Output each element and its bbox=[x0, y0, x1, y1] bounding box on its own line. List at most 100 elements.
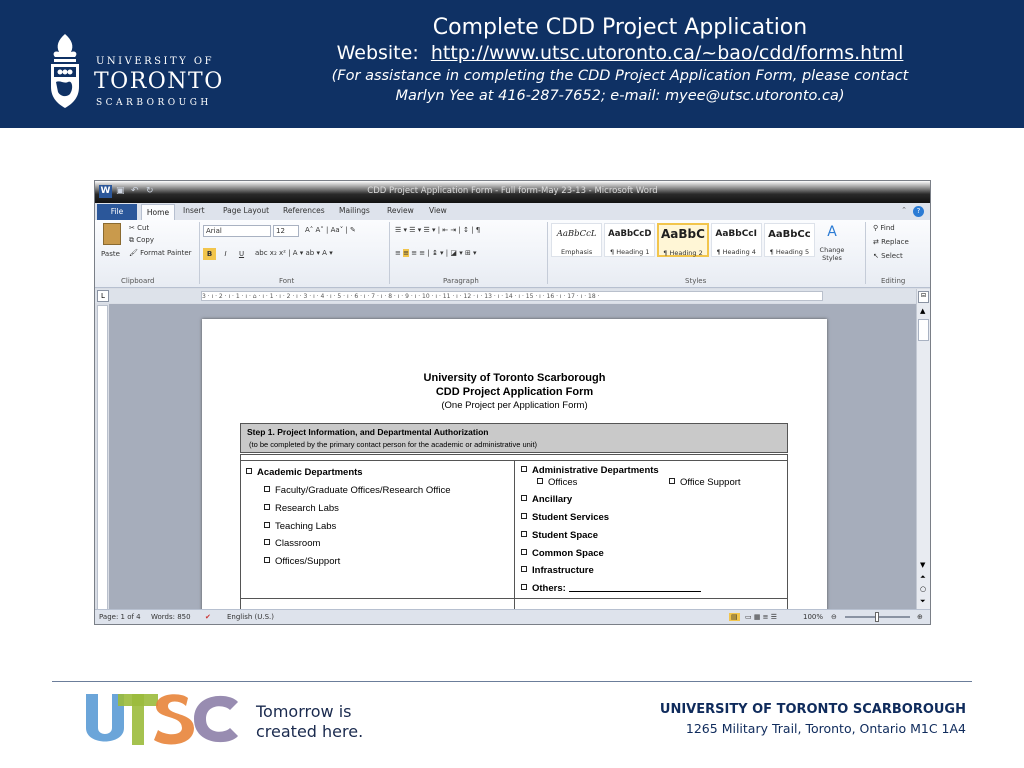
status-page[interactable]: Page: 1 of 4 bbox=[99, 613, 141, 621]
scroll-down-icon[interactable]: ▼ bbox=[920, 561, 925, 569]
underline-button[interactable]: U bbox=[235, 248, 248, 260]
checkbox-icon bbox=[521, 549, 527, 555]
checkbox-infrastructure[interactable]: Infrastructure bbox=[521, 565, 594, 576]
bold-button[interactable]: B bbox=[203, 248, 216, 260]
checkbox-faculty-offices[interactable]: Faculty/Graduate Offices/Research Office bbox=[264, 485, 450, 496]
checkbox-ancillary[interactable]: Ancillary bbox=[521, 494, 572, 505]
clipboard-group-label: Clipboard bbox=[121, 277, 155, 285]
step-1-header: Step 1. Project Information, and Departm… bbox=[240, 423, 788, 453]
checkbox-icon bbox=[264, 557, 270, 563]
checkbox-others[interactable]: Others: bbox=[521, 583, 701, 594]
style-heading-1[interactable]: AaBbCcD ¶ Heading 1 bbox=[604, 223, 656, 257]
format-painter-button[interactable]: 🖌 Format Painter bbox=[129, 249, 192, 257]
tab-home[interactable]: Home bbox=[141, 204, 175, 220]
assistance-note-line2: Marlyn Yee at 416-287-7652; e-mail: myee… bbox=[395, 88, 845, 104]
font-effects-icons[interactable]: abc x₂ x² | A ▾ ab ▾ A ▾ bbox=[255, 249, 333, 257]
checkbox-teaching-labs[interactable]: Teaching Labs bbox=[264, 521, 336, 532]
ribbon-window-controls: ⌃ ? bbox=[901, 206, 924, 217]
zoom-level[interactable]: 100% bbox=[803, 613, 823, 621]
doc-subtitle: CDD Project Application Form bbox=[435, 386, 594, 398]
horizontal-ruler[interactable]: L 3 · ı · 2 · ı · 1 · ı · ⌂ · ı · 1 · ı … bbox=[95, 289, 930, 303]
utsc-logo bbox=[86, 694, 238, 745]
replace-icon: ⇄ bbox=[873, 238, 882, 246]
checkbox-student-space[interactable]: Student Space bbox=[521, 530, 598, 541]
prev-page-icon[interactable]: ⏶ bbox=[920, 573, 926, 582]
tab-mailings[interactable]: Mailings bbox=[339, 206, 370, 215]
tab-file[interactable]: File bbox=[97, 204, 137, 220]
checkbox-icon bbox=[264, 486, 270, 492]
proofing-icon[interactable]: ✔ bbox=[205, 613, 211, 621]
list-buttons[interactable]: ☰ ▾ ☰ ▾ ☰ ▾ | ⇤ ⇥ | ↕ | ¶ bbox=[395, 226, 480, 234]
browse-object-icon[interactable]: ○ bbox=[920, 585, 926, 593]
ribbon-divider bbox=[547, 222, 548, 284]
style-heading-2[interactable]: AaBbC ¶ Heading 2 bbox=[657, 223, 709, 257]
checkbox-office-support[interactable]: Office Support bbox=[669, 477, 741, 488]
checkbox-administrative-departments[interactable]: Administrative Departments bbox=[521, 465, 659, 476]
italic-button[interactable]: I bbox=[219, 248, 232, 260]
status-words[interactable]: Words: 850 bbox=[151, 613, 191, 621]
checkbox-icon bbox=[521, 584, 527, 590]
checkbox-academic-departments[interactable]: Academic Departments bbox=[246, 467, 363, 478]
cut-button[interactable]: ✂ Cut bbox=[129, 224, 149, 232]
minimize-ribbon-icon[interactable]: ⌃ bbox=[901, 206, 907, 217]
tab-page-layout[interactable]: Page Layout bbox=[223, 206, 269, 215]
document-canvas[interactable]: University of Toronto Scarborough CDD Pr… bbox=[109, 304, 916, 611]
status-language[interactable]: English (U.S.) bbox=[227, 613, 274, 621]
crest-icon bbox=[51, 34, 79, 108]
checkbox-icon bbox=[521, 495, 527, 501]
others-blank-line[interactable] bbox=[568, 591, 701, 592]
align-buttons[interactable]: ≡ ≡ ≡ ≡ | ↨ ▾ | ◪ ▾ ⊞ ▾ bbox=[395, 249, 477, 257]
tab-references[interactable]: References bbox=[283, 206, 325, 215]
zoom-in-icon[interactable]: ⊕ bbox=[917, 613, 923, 621]
change-styles-icon[interactable]: A bbox=[819, 224, 845, 240]
checkbox-research-labs[interactable]: Research Labs bbox=[264, 503, 339, 514]
table-column-divider bbox=[514, 461, 515, 611]
copy-button[interactable]: ⧉ Copy bbox=[129, 236, 154, 245]
style-emphasis[interactable]: AaBbCcL Emphasis bbox=[551, 223, 603, 257]
table-row-divider bbox=[241, 598, 787, 599]
department-table: Academic Departments Faculty/Graduate Of… bbox=[240, 454, 788, 611]
view-mode-icons[interactable]: ▭ ▦ ≡ ☰ bbox=[745, 613, 777, 621]
checkbox-icon bbox=[521, 566, 527, 572]
paste-button[interactable]: Paste bbox=[101, 250, 120, 258]
checkbox-icon bbox=[521, 531, 527, 537]
style-heading-5[interactable]: AaBbCc ¶ Heading 5 bbox=[763, 223, 815, 257]
checkbox-common-space[interactable]: Common Space bbox=[521, 548, 604, 559]
checkbox-classroom[interactable]: Classroom bbox=[264, 538, 320, 549]
change-styles-button[interactable]: Change Styles bbox=[817, 246, 847, 262]
vertical-scrollbar[interactable]: ⊟ ▲ ▼ ⏶ ○ ⏷ bbox=[916, 289, 930, 612]
scroll-thumb[interactable] bbox=[918, 319, 929, 341]
vertical-ruler[interactable] bbox=[97, 305, 108, 610]
tab-review[interactable]: Review bbox=[387, 206, 414, 215]
select-button[interactable]: ↖ Select bbox=[873, 252, 903, 260]
page-title: Complete CDD Project Application bbox=[432, 15, 808, 40]
tab-selector[interactable]: L bbox=[97, 290, 109, 302]
tab-view[interactable]: View bbox=[429, 206, 447, 215]
checkbox-student-services[interactable]: Student Services bbox=[521, 512, 609, 523]
footer-org-name: UNIVERSITY OF TORONTO SCARBOROUGH bbox=[659, 702, 966, 717]
replace-button[interactable]: ⇄ Replace bbox=[873, 238, 909, 246]
doc-title: University of Toronto Scarborough bbox=[423, 372, 606, 384]
document-page[interactable]: University of Toronto Scarborough CDD Pr… bbox=[202, 319, 827, 611]
style-heading-4[interactable]: AaBbCcI ¶ Heading 4 bbox=[710, 223, 762, 257]
checkbox-icon bbox=[264, 504, 270, 510]
font-name-select[interactable]: Arial bbox=[203, 225, 271, 237]
checkbox-offices[interactable]: Offices bbox=[537, 477, 577, 488]
ruler-toggle-icon[interactable]: ⊟ bbox=[918, 291, 929, 303]
scroll-up-icon[interactable]: ▲ bbox=[920, 307, 925, 315]
checkbox-offices-support[interactable]: Offices/Support bbox=[264, 556, 340, 567]
zoom-out-icon[interactable]: ⊖ bbox=[831, 613, 837, 621]
editing-group-label: Editing bbox=[881, 277, 906, 285]
find-button[interactable]: ⚲ Find bbox=[873, 224, 895, 232]
paste-icon[interactable] bbox=[103, 223, 121, 245]
zoom-slider-thumb[interactable] bbox=[875, 612, 879, 622]
help-icon[interactable]: ? bbox=[913, 206, 924, 217]
font-size-select[interactable]: 12 bbox=[273, 225, 299, 237]
tab-insert[interactable]: Insert bbox=[183, 206, 205, 215]
next-page-icon[interactable]: ⏷ bbox=[920, 597, 926, 606]
website-link[interactable]: http://www.utsc.utoronto.ca/~bao/cdd/for… bbox=[431, 42, 904, 64]
cursor-icon: ↖ bbox=[873, 252, 882, 260]
tagline-line2: created here. bbox=[256, 722, 364, 741]
font-grow-icons[interactable]: A˄ A˅ | Aa˅ | ✎ bbox=[305, 226, 356, 234]
print-layout-view-icon[interactable]: ▤ bbox=[729, 613, 740, 621]
